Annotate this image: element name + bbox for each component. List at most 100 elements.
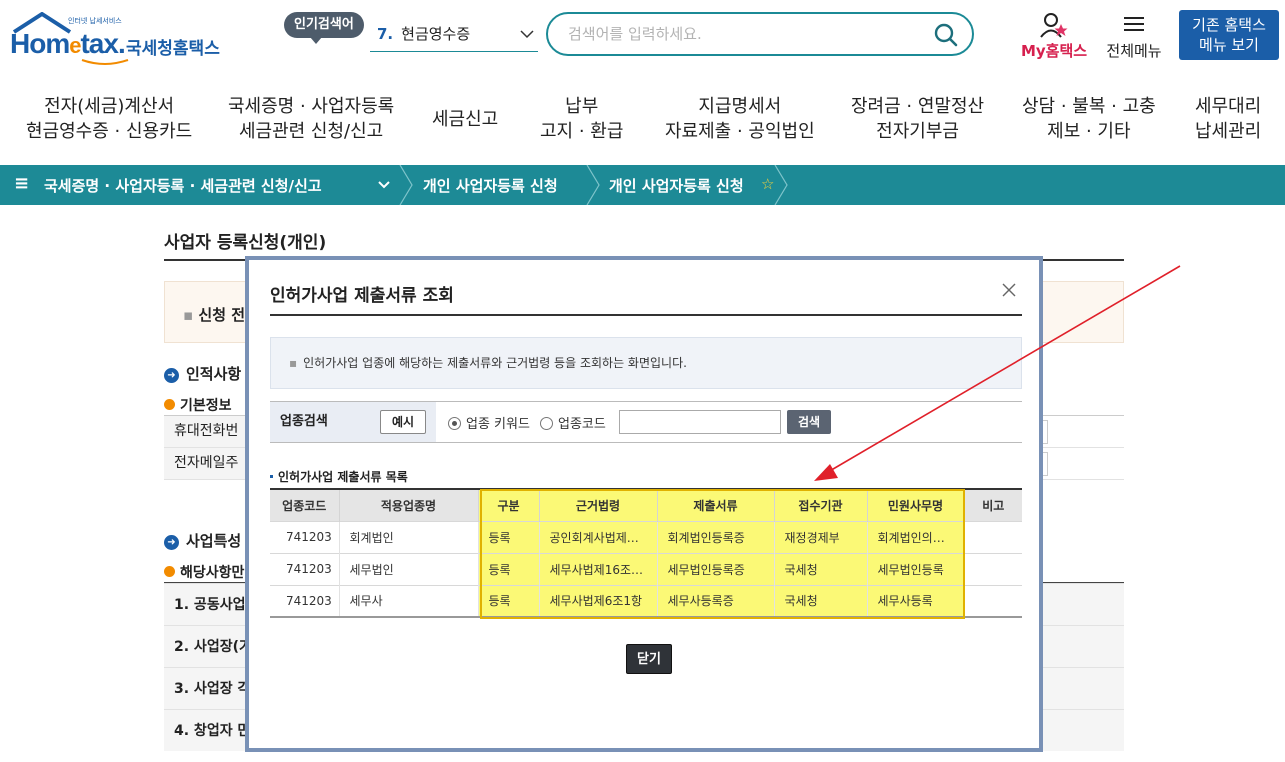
all-menu-label: 전체메뉴 [1106, 42, 1162, 60]
column-header: 민원사무명 [866, 488, 964, 521]
section-personal-info: ➜ 인적사항 [164, 363, 241, 384]
nav-label: 국세증명 · 사업자등록 [228, 96, 395, 117]
breadcrumb-separator-icon [399, 165, 413, 205]
table-row[interactable]: 741203 회계법인 등록 공인회계사법제… 회계법인등록증 재정경제부 회계… [270, 520, 1022, 553]
radio-checked-icon [448, 417, 461, 430]
cell-agency: 국세청 [773, 552, 867, 585]
cell-code: 741203 [270, 552, 339, 585]
column-header: 비고 [963, 488, 1022, 521]
nav-label: 납부 [565, 96, 599, 117]
search-button[interactable]: 검색 [787, 410, 831, 434]
cell-remark [963, 552, 1022, 585]
nav-label: 납세관리 [1195, 121, 1262, 142]
all-menu-button[interactable]: 전체메뉴 [1100, 12, 1168, 61]
nav-item-e-invoice[interactable]: 전자(세금)계산서 현금영수증 · 신용카드 [26, 94, 192, 144]
popular-search-badge: 인기검색어 [284, 12, 364, 44]
cell-industry: 세무사 [338, 584, 478, 618]
search-icon[interactable] [934, 23, 958, 47]
nav-label: 전자기부금 [876, 121, 959, 142]
column-header: 업종코드 [270, 488, 339, 521]
cell-industry: 회계법인 [338, 520, 478, 553]
orange-bullet-icon [164, 399, 175, 410]
column-header: 구분 [477, 488, 539, 521]
nav-label: 자료제출 · 공익법인 [665, 121, 815, 142]
nav-label: 상담 · 불복 · 고충 [1022, 96, 1156, 117]
chevron-down-icon [520, 30, 534, 39]
column-header: 제출서류 [656, 488, 774, 521]
industry-search-input[interactable] [619, 410, 781, 434]
nav-item-consult[interactable]: 상담 · 불복 · 고충 제보 · 기타 [1022, 94, 1156, 144]
column-header: 적용업종명 [338, 488, 478, 521]
list-title: 인허가사업 제출서류 목록 [270, 468, 408, 485]
close-button[interactable]: 닫기 [626, 644, 672, 674]
breadcrumb: ≡ 국세증명 · 사업자등록 · 세금관련 신청/신고 개인 사업자등록 신청 … [0, 165, 1285, 205]
table-header-row: 업종코드 적용업종명 구분 근거법령 제출서류 접수기관 민원사무명 비고 [270, 488, 1022, 521]
popular-search-select[interactable]: 7. 현금영수증 [370, 20, 538, 52]
nav-label: 고지 · 환급 [540, 121, 624, 142]
cell-document: 세무법인등록증 [656, 552, 774, 585]
table-row[interactable]: 741203 세무법인 등록 세무사법제16조… 세무법인등록증 국세청 세무법… [270, 552, 1022, 585]
nav-item-tax-agent[interactable]: 세무대리 납세관리 [1195, 94, 1261, 144]
cell-document: 세무사등록증 [656, 584, 774, 618]
cell-civil-affair: 회계법인의… [866, 520, 964, 553]
cell-civil-affair: 세무사등록 [866, 584, 964, 618]
nav-label: 세무대리 [1195, 96, 1262, 117]
nav-item-incentive[interactable]: 장려금 · 연말정산 전자기부금 [851, 94, 984, 144]
notice-text: ▪ 신청 전 [183, 306, 246, 324]
radio-code[interactable]: 업종코드 [540, 413, 606, 432]
breadcrumb-item-1[interactable]: 국세증명 · 사업자등록 · 세금관련 신청/신고 [44, 175, 322, 196]
cell-type: 등록 [477, 520, 539, 553]
logo-text-ko: 국세청홈택스 [126, 39, 220, 59]
nav-item-payment[interactable]: 납부 고지 · 환급 [540, 94, 623, 144]
nav-label: 장려금 · 연말정산 [851, 96, 985, 117]
example-button[interactable]: 예시 [380, 410, 426, 434]
old-hometax-button[interactable]: 기존 홈택스 메뉴 보기 [1179, 10, 1279, 60]
cell-law: 세무사법제16조… [538, 552, 657, 585]
cell-document: 회계법인등록증 [656, 520, 774, 553]
bullet-icon [270, 475, 273, 478]
cell-type: 등록 [477, 552, 539, 585]
arrow-right-icon: ➜ [164, 535, 179, 550]
my-hometax-button[interactable]: My홈택스 [1016, 12, 1092, 61]
user-star-icon [1040, 13, 1068, 38]
breadcrumb-separator-icon [586, 165, 600, 205]
cell-agency: 국세청 [773, 584, 867, 618]
orange-bullet-icon [164, 566, 175, 577]
modal-info-box: ▪ 인허가사업 업종에 해당하는 제출서류와 근거법령 등을 조회하는 화면입니다… [270, 337, 1022, 389]
permit-docs-modal: 인허가사업 제출서류 조회 ▪ 인허가사업 업종에 해당하는 제출서류와 근거법령… [245, 256, 1043, 752]
modal-info-text: 인허가사업 업종에 해당하는 제출서류와 근거법령 등을 조회하는 화면입니다. [303, 356, 687, 370]
main-nav: 전자(세금)계산서 현금영수증 · 신용카드 국세증명 · 사업자등록 세금관련… [0, 90, 1285, 152]
breadcrumb-separator-icon [774, 165, 788, 205]
cell-remark [963, 520, 1022, 553]
nav-label: 세금관련 신청/신고 [238, 121, 384, 142]
column-header: 근거법령 [538, 488, 657, 521]
nav-item-statement[interactable]: 지급명세서 자료제출 · 공익법인 [665, 94, 815, 144]
nav-label: 현금영수증 · 신용카드 [26, 121, 193, 142]
cell-civil-affair: 세무법인등록 [866, 552, 964, 585]
search-input[interactable] [566, 23, 906, 45]
chevron-down-icon[interactable] [377, 177, 391, 193]
my-hometax-label: My홈택스 [1020, 42, 1088, 60]
logo-tagline: 인터넷 납세서비스 [68, 17, 122, 25]
radio-keyword[interactable]: 업종 키워드 [448, 413, 530, 432]
site-header: 인터넷 납세서비스 Hometax. 국세청홈택스 인기검색어 7. 현금영수증 … [0, 0, 1285, 78]
nav-label: 지급명세서 [698, 96, 782, 117]
modal-title: 인허가사업 제출서류 조회 [270, 286, 454, 306]
industry-search-form: 업종검색 예시 업종 키워드 업종코드 검색 [270, 401, 1022, 443]
permit-docs-table: 업종코드 적용업종명 구분 근거법령 제출서류 접수기관 민원사무명 비고 74… [270, 488, 1022, 618]
nav-label: 전자(세금)계산서 [44, 96, 175, 117]
breadcrumb-menu-icon[interactable]: ≡ [14, 173, 29, 194]
cell-type: 등록 [477, 584, 539, 618]
cell-agency: 재정경제부 [773, 520, 867, 553]
breadcrumb-item-2[interactable]: 개인 사업자등록 신청 [423, 175, 558, 196]
nav-item-tax-report[interactable]: 세금신고 [432, 107, 498, 132]
subsection-basic-info: 기본정보 [164, 395, 232, 415]
logo-text-en: Hometax. [10, 28, 126, 59]
table-row[interactable]: 741203 세무사 등록 세무사법제6조1항 세무사등록증 국세청 세무사등록 [270, 584, 1022, 618]
close-icon[interactable] [1001, 282, 1017, 298]
nav-label: 제보 · 기타 [1047, 121, 1131, 142]
old-hometax-label-2: 메뉴 보기 [1199, 36, 1259, 54]
nav-item-certificate[interactable]: 국세증명 · 사업자등록 세금관련 신청/신고 [228, 94, 394, 144]
hometax-logo[interactable]: 인터넷 납세서비스 Hometax. 국세청홈택스 [6, 12, 226, 65]
subsection-applicable: 해당사항만 [164, 562, 244, 582]
